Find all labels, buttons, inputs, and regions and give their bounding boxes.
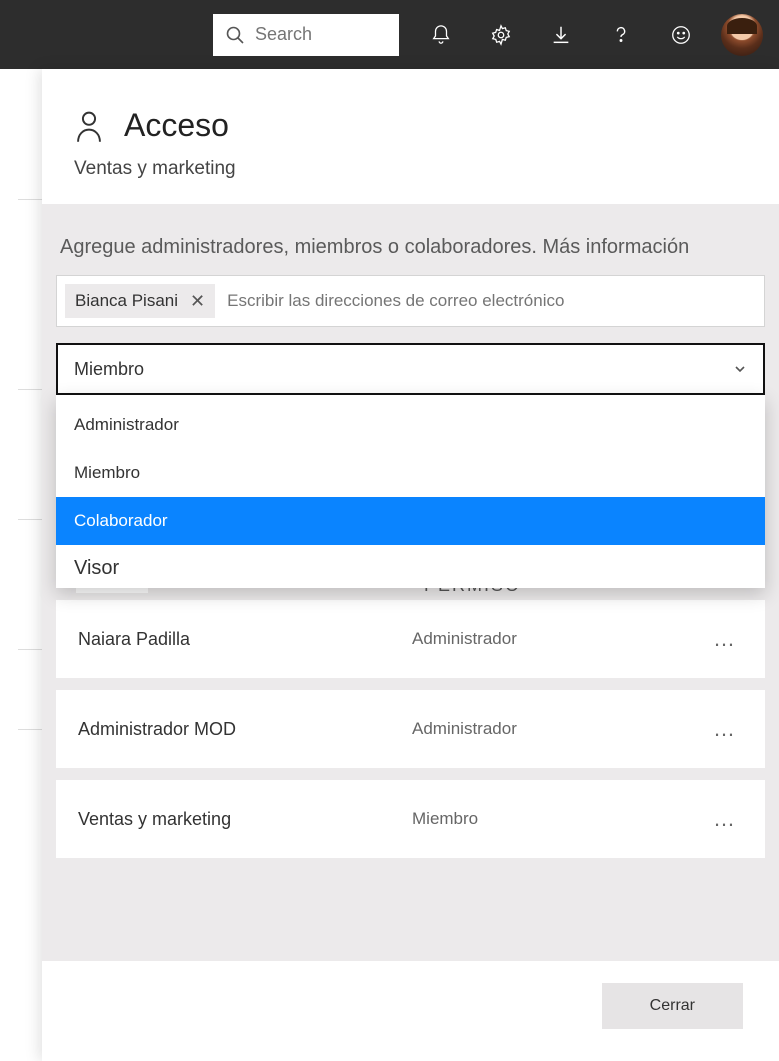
member-perm: Administrador [412,719,707,739]
gear-icon [490,24,512,46]
download-icon [550,24,572,46]
member-row: Naiara Padilla Administrador … [56,600,765,678]
instruction-text: Agregue administradores, miembros o cola… [60,236,537,258]
close-button[interactable]: Cerrar [602,983,743,1029]
member-name: Administrador MOD [78,719,412,740]
search-box[interactable] [213,14,399,56]
divider [18,389,42,390]
divider [18,199,42,200]
more-options-button[interactable]: … [707,716,743,742]
instruction: Agregue administradores, miembros o cola… [56,236,765,259]
more-options-button[interactable]: … [707,806,743,832]
person-icon [74,109,104,143]
download-button[interactable] [535,9,587,61]
chip-label: Bianca Pisani [75,291,178,311]
dropdown-option-admin[interactable]: Administrador [56,395,765,449]
panel-content: Agregue administradores, miembros o cola… [42,204,779,961]
member-name: Ventas y marketing [78,809,412,830]
dropdown-option-member[interactable]: Miembro [56,449,765,497]
bell-icon [430,24,452,46]
more-options-button[interactable]: … [707,626,743,652]
panel-header: Acceso Ventas y marketing [42,69,779,204]
divider [18,649,42,650]
feedback-button[interactable] [655,9,707,61]
member-row: Ventas y marketing Miembro … [56,780,765,858]
dropdown-menu: Administrador Miembro Colaborador Visor [56,395,765,588]
panel-footer: Cerrar [42,961,779,1061]
divider [18,519,42,520]
help-icon [610,24,632,46]
panel-title: Acceso [124,107,229,144]
settings-button[interactable] [475,9,527,61]
panel-subtitle: Ventas y marketing [74,158,747,180]
role-dropdown[interactable]: Miembro [56,343,765,395]
chip-remove-button[interactable]: ✕ [190,292,205,310]
member-name: Naiara Padilla [78,629,412,650]
email-input[interactable] [223,285,756,317]
dropdown-selected: Miembro [74,359,144,380]
search-icon [225,25,245,45]
help-button[interactable] [595,9,647,61]
topbar [0,0,779,69]
dropdown-option-viewer[interactable]: Visor [56,545,765,588]
left-edge [0,69,42,1061]
user-chip: Bianca Pisani ✕ [65,284,215,318]
member-perm: Miembro [412,809,707,829]
chevron-down-icon [733,362,747,376]
email-box[interactable]: Bianca Pisani ✕ [56,275,765,327]
notifications-button[interactable] [415,9,467,61]
search-input[interactable] [255,24,387,45]
smile-icon [670,24,692,46]
more-info-link[interactable]: Más información [542,236,689,258]
divider [18,729,42,730]
dropdown-option-contributor[interactable]: Colaborador [56,497,765,545]
avatar[interactable] [721,14,763,56]
access-panel: Acceso Ventas y marketing Agregue admini… [42,69,779,1061]
role-dropdown-wrap: Miembro Administrador Miembro Colaborado… [56,343,765,395]
member-row: Administrador MOD Administrador … [56,690,765,768]
member-perm: Administrador [412,629,707,649]
